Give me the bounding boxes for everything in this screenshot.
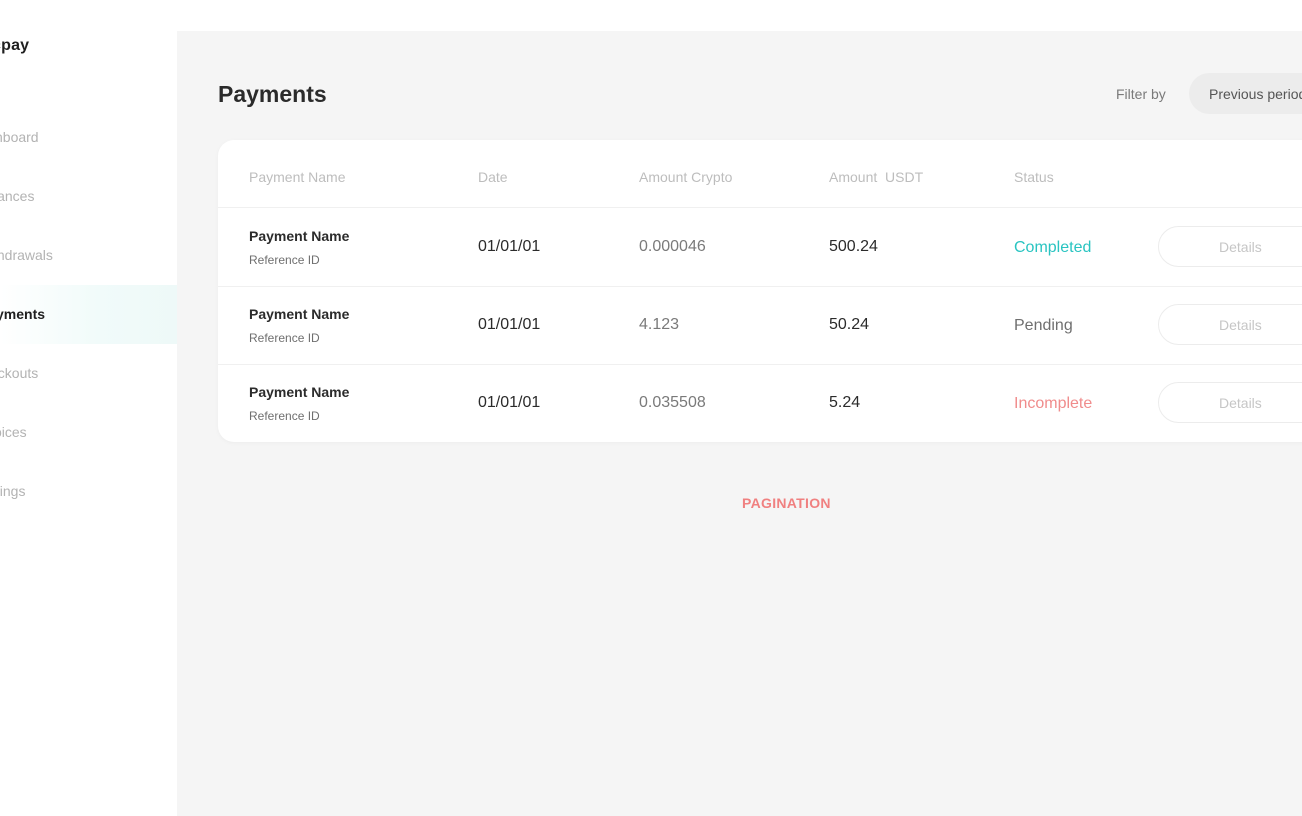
main-content: Payments Filter by Previous period Payme… — [177, 31, 1302, 816]
filter-period-dropdown[interactable]: Previous period — [1189, 73, 1302, 114]
brand-logo[interactable]: cpay — [0, 37, 29, 55]
sidebar-item-balances[interactable]: lances — [0, 167, 177, 226]
sidebar-item-label: eckouts — [0, 365, 39, 381]
payment-name: Payment Name — [249, 228, 350, 244]
payment-date: 01/01/01 — [478, 238, 541, 255]
sidebar-item-checkouts[interactable]: eckouts — [0, 344, 177, 403]
app-window: cpay shboard lances thdrawals yments eck… — [0, 0, 1302, 816]
filter-label: Filter by — [1116, 86, 1166, 102]
column-header-amount-crypto[interactable]: Amount Crypto — [639, 169, 732, 185]
payments-table: Payment Name Date Amount Crypto Amount U… — [218, 140, 1302, 442]
page-title: Payments — [218, 81, 327, 107]
amount-crypto: 4.123 — [639, 316, 680, 333]
reference-id: Reference ID — [249, 253, 320, 267]
sidebar-item-label: yments — [0, 306, 46, 322]
pagination[interactable]: PAGINATION — [742, 495, 831, 511]
reference-id: Reference ID — [249, 409, 320, 423]
details-button[interactable]: Details — [1158, 304, 1302, 345]
amount-usdt: 500.24 — [829, 238, 878, 255]
column-header-amount-usdt[interactable]: Amount USDT — [829, 169, 923, 185]
amount-usdt: 50.24 — [829, 316, 870, 333]
status-badge: Pending — [1014, 317, 1073, 334]
sidebar-item-label: shboard — [0, 129, 39, 145]
amount-usdt: 5.24 — [829, 394, 861, 411]
table-row[interactable]: Payment Name Reference ID 01/01/01 0.035… — [218, 364, 1302, 442]
payment-name: Payment Name — [249, 384, 350, 400]
sidebar-item-label: ttings — [0, 483, 26, 499]
details-button[interactable]: Details — [1158, 226, 1302, 267]
sidebar-item-label: oices — [0, 424, 27, 440]
reference-id: Reference ID — [249, 331, 320, 345]
table-header: Payment Name Date Amount Crypto Amount U… — [218, 140, 1302, 208]
amount-crypto: 0.035508 — [639, 394, 706, 411]
status-badge: Incomplete — [1014, 395, 1093, 412]
details-button[interactable]: Details — [1158, 382, 1302, 423]
payment-date: 01/01/01 — [478, 394, 541, 411]
payment-name: Payment Name — [249, 306, 350, 322]
payment-date: 01/01/01 — [478, 316, 541, 333]
sidebar-item-dashboard[interactable]: shboard — [0, 108, 177, 167]
sidebar-item-payments[interactable]: yments — [0, 285, 177, 344]
sidebar-item-settings[interactable]: ttings — [0, 462, 177, 521]
table-row[interactable]: Payment Name Reference ID 01/01/01 4.123… — [218, 286, 1302, 365]
table-row[interactable]: Payment Name Reference ID 01/01/01 0.000… — [218, 208, 1302, 287]
column-header-payment-name[interactable]: Payment Name — [249, 169, 345, 185]
sidebar-item-label: lances — [0, 188, 35, 204]
sidebar-item-withdrawals[interactable]: thdrawals — [0, 226, 177, 285]
sidebar-item-label: thdrawals — [0, 247, 53, 263]
column-header-date[interactable]: Date — [478, 169, 508, 185]
sidebar-item-invoices[interactable]: oices — [0, 403, 177, 462]
sidebar-nav: shboard lances thdrawals yments eckouts … — [0, 108, 177, 521]
status-badge: Completed — [1014, 239, 1092, 256]
amount-crypto: 0.000046 — [639, 238, 706, 255]
column-header-status[interactable]: Status — [1014, 169, 1054, 185]
sidebar: cpay shboard lances thdrawals yments eck… — [0, 0, 177, 816]
